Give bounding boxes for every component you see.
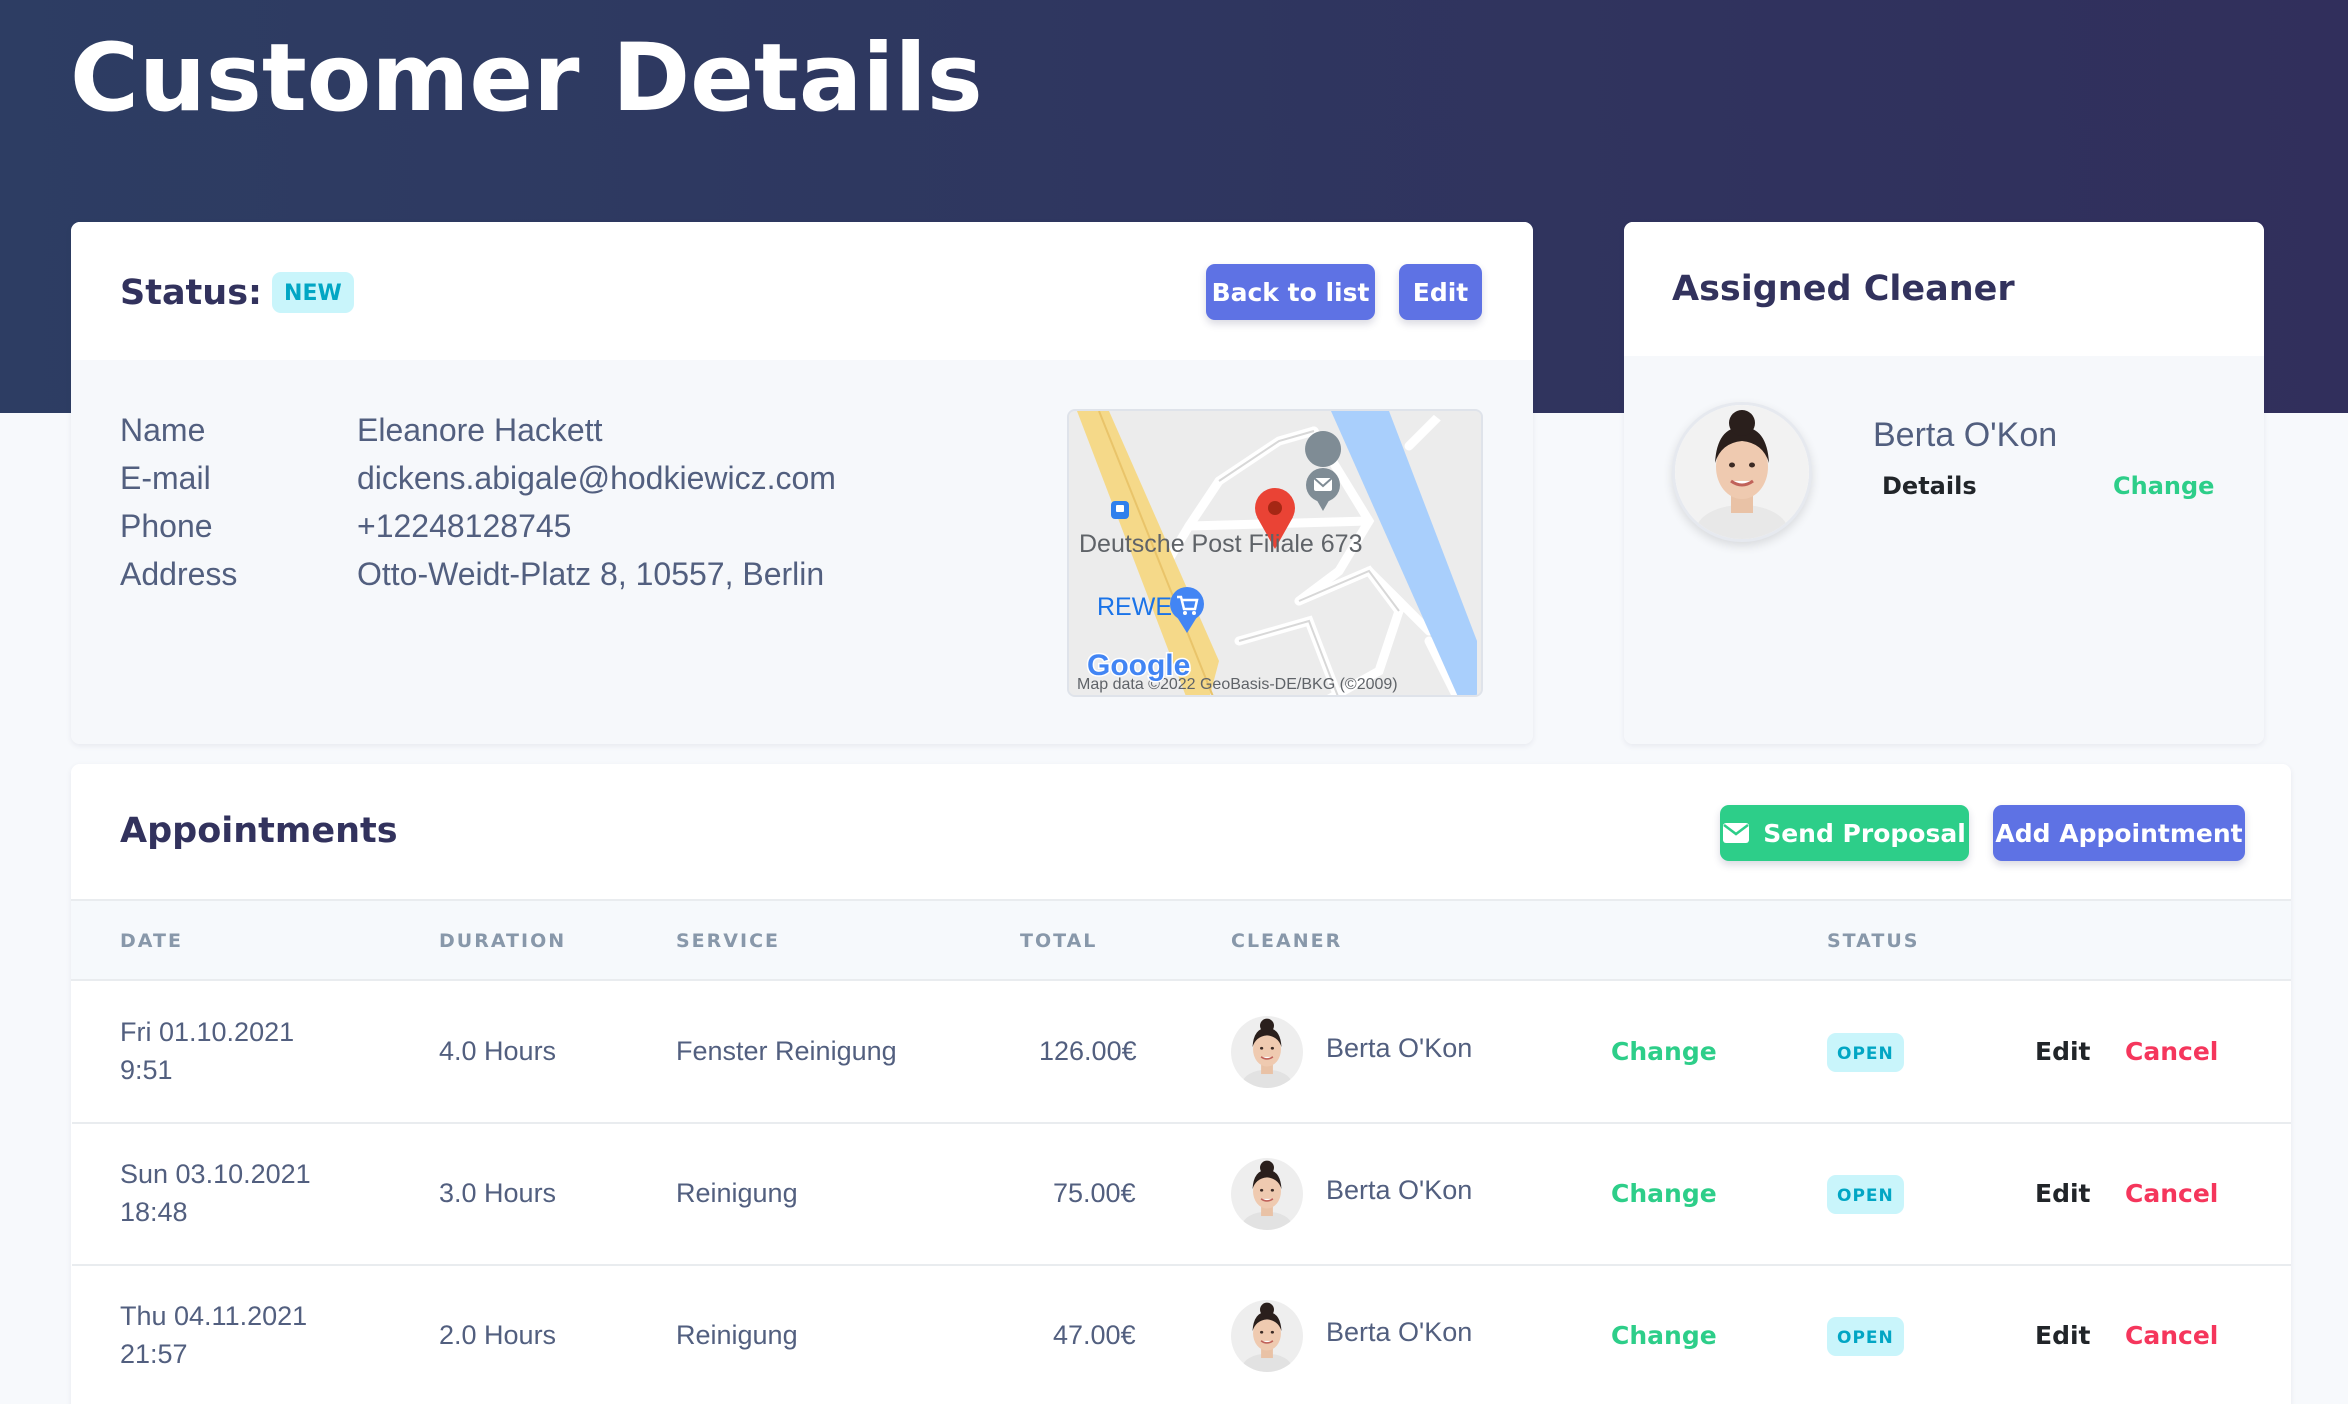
- status-badge: NEW: [272, 272, 354, 313]
- envelope-icon: [1723, 823, 1750, 843]
- name-label: Name: [120, 412, 206, 448]
- col-date: Date: [120, 930, 183, 952]
- row-cancel-link[interactable]: Cancel: [2125, 1321, 2218, 1350]
- col-duration: Duration: [439, 930, 567, 952]
- row-status-badge: OPEN: [1827, 1175, 1904, 1214]
- row-time: 21:57: [120, 1339, 188, 1369]
- row-cleaner-name: Berta O'Kon: [1326, 1317, 1473, 1347]
- row-date: Fri 01.10.2021: [120, 1017, 295, 1047]
- row-duration: 4.0 Hours: [439, 1036, 557, 1066]
- row-duration: 2.0 Hours: [439, 1320, 557, 1350]
- appointments-title: Appointments: [120, 811, 398, 851]
- name-value: Eleanore Hackett: [357, 412, 603, 448]
- row-status-badge: OPEN: [1827, 1317, 1904, 1356]
- row-date: Sun 03.10.2021: [120, 1159, 311, 1189]
- row-divider: [72, 1122, 2291, 1124]
- row-edit-link[interactable]: Edit: [2035, 1321, 2091, 1350]
- row-service: Reinigung: [676, 1320, 798, 1350]
- row-cleaner-name: Berta O'Kon: [1326, 1033, 1473, 1063]
- row-total: 75.00€: [1053, 1178, 1136, 1208]
- page-title: Customer Details: [70, 24, 983, 133]
- email-value: dickens.abigale@hodkiewicz.com: [357, 460, 836, 496]
- appointments-card: Appointments Send Proposal Add Appointme…: [71, 764, 2291, 1404]
- row-service: Reinigung: [676, 1178, 798, 1208]
- row-change-link[interactable]: Change: [1611, 1179, 1717, 1208]
- row-change-link[interactable]: Change: [1611, 1321, 1717, 1350]
- location-map[interactable]: Deutsche Post Filiale 673 REWE Map data …: [1067, 409, 1483, 697]
- row-status-badge: OPEN: [1827, 1033, 1904, 1072]
- google-logo: Google: [1087, 649, 1190, 682]
- row-time: 18:48: [120, 1197, 188, 1227]
- cleaner-name: Berta O'Kon: [1873, 416, 2058, 454]
- send-proposal-button[interactable]: Send Proposal: [1720, 805, 1969, 861]
- status-row: Status: NEW: [120, 272, 354, 313]
- table-head: [71, 901, 2291, 981]
- bus-stop-icon: [1111, 501, 1129, 519]
- add-appointment-button[interactable]: Add Appointment: [1993, 805, 2245, 861]
- customer-card-body: Name Eleanore Hackett E-mail dickens.abi…: [71, 360, 1533, 744]
- cleaner-details-link[interactable]: Details: [1882, 472, 1977, 500]
- map-tiles: Deutsche Post Filiale 673 REWE Map data …: [1069, 411, 1481, 695]
- col-total: Total: [1020, 930, 1098, 952]
- row-cleaner-avatar: [1231, 1300, 1303, 1372]
- status-label: Status:: [120, 272, 263, 313]
- back-to-list-button[interactable]: Back to list: [1206, 264, 1375, 320]
- row-divider: [72, 1264, 2291, 1266]
- row-cleaner-avatar: [1231, 1158, 1303, 1230]
- assigned-cleaner-card: Assigned Cleaner Berta O'Kon Details Cha…: [1624, 222, 2264, 744]
- row-cleaner-name: Berta O'Kon: [1326, 1175, 1473, 1205]
- map-poi-rewe: REWE: [1097, 593, 1172, 621]
- row-date: Thu 04.11.2021: [120, 1301, 308, 1331]
- row-total: 126.00€: [1039, 1036, 1137, 1066]
- row-service: Fenster Reinigung: [676, 1036, 897, 1066]
- customer-card: Status: NEW Back to list Edit Name Elean…: [71, 222, 1533, 744]
- cleaner-avatar: [1672, 402, 1812, 542]
- col-service: Service: [676, 930, 780, 952]
- phone-value: +12248128745: [357, 508, 572, 544]
- row-cleaner-avatar: [1231, 1016, 1303, 1088]
- col-status: Status: [1827, 930, 1920, 952]
- customer-card-header: Status: NEW Back to list Edit: [71, 222, 1533, 360]
- assigned-cleaner-title: Assigned Cleaner: [1672, 269, 2015, 309]
- cleaner-change-link[interactable]: Change: [2113, 472, 2214, 500]
- phone-label: Phone: [120, 508, 213, 544]
- email-label: E-mail: [120, 460, 211, 496]
- send-proposal-label: Send Proposal: [1763, 818, 1966, 848]
- appointments-header: Appointments Send Proposal Add Appointme…: [71, 764, 2291, 901]
- map-poi-post: Deutsche Post Filiale 673: [1079, 530, 1362, 558]
- address-label: Address: [120, 556, 238, 592]
- row-cancel-link[interactable]: Cancel: [2125, 1179, 2218, 1208]
- row-cancel-link[interactable]: Cancel: [2125, 1037, 2218, 1066]
- assigned-cleaner-body: Berta O'Kon Details Change: [1624, 356, 2264, 744]
- row-duration: 3.0 Hours: [439, 1178, 557, 1208]
- row-edit-link[interactable]: Edit: [2035, 1179, 2091, 1208]
- row-change-link[interactable]: Change: [1611, 1037, 1717, 1066]
- col-cleaner: Cleaner: [1231, 930, 1343, 952]
- edit-customer-button[interactable]: Edit: [1399, 264, 1482, 320]
- address-value: Otto-Weidt-Platz 8, 10557, Berlin: [357, 556, 825, 592]
- row-time: 9:51: [120, 1055, 173, 1085]
- row-total: 47.00€: [1053, 1320, 1136, 1350]
- row-edit-link[interactable]: Edit: [2035, 1037, 2091, 1066]
- assigned-cleaner-header: Assigned Cleaner: [1624, 222, 2264, 356]
